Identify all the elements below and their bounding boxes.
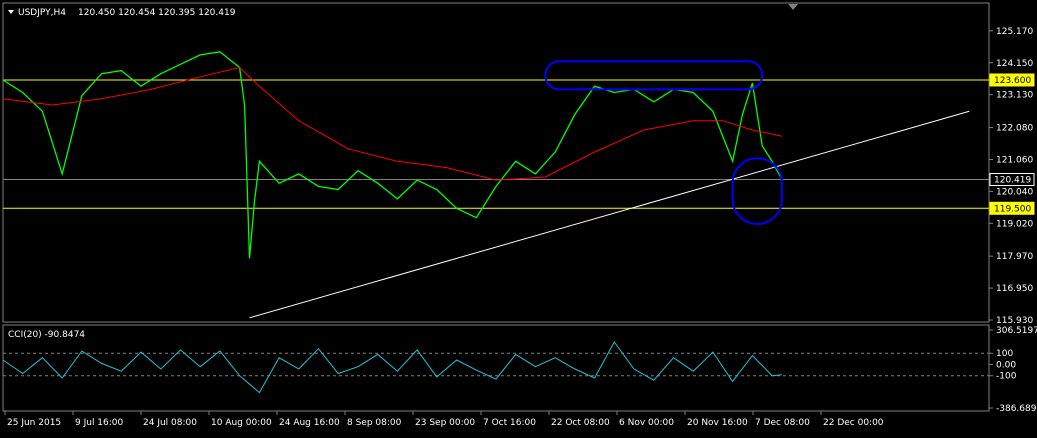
- time-tick-label: 22 Dec 00:00: [823, 418, 884, 428]
- price-tick-label: 119.020: [996, 219, 1033, 229]
- price-tick-label: 124.150: [996, 59, 1033, 69]
- cci-tick-label: 0.00: [996, 360, 1016, 370]
- price-tick-label: 121.060: [996, 155, 1033, 165]
- cci-tick-label: -386.6892: [996, 404, 1037, 414]
- time-tick-label: 9 Jul 16:00: [75, 418, 124, 428]
- main-chart-frame: [2, 2, 990, 323]
- price-axis: 125.170 124.150 123.130 122.080 121.060 120.0…: [989, 27, 1035, 326]
- time-axis: 25 Jun 2015 9 Jul 16:00 24 Jul 08:00 10 Aug…: [4, 411, 884, 428]
- price-tick-label: 125.170: [996, 27, 1033, 37]
- time-tick-label: 24 Jul 08:00: [143, 418, 197, 428]
- ohlc-readout: 120.450 120.454 120.395 120.419: [78, 8, 236, 18]
- price-tag-label: 120.419: [994, 176, 1031, 186]
- cci-panel-frame: [2, 324, 990, 412]
- trading-chart[interactable]: USDJPY,H4 120.450 120.454 120.395 120.41…: [0, 0, 1037, 434]
- time-tick-label: 24 Aug 16:00: [279, 418, 340, 428]
- time-tick-label: 20 Nov 16:00: [687, 418, 748, 428]
- price-tick-label: 123.130: [996, 91, 1033, 101]
- symbol-label: USDJPY,H4: [18, 8, 66, 18]
- cci-tick-label: -100: [996, 372, 1017, 382]
- time-tick-label: 6 Nov 00:00: [619, 418, 674, 428]
- time-tick-label: 7 Dec 08:00: [755, 418, 810, 428]
- price-tick-label: 120.040: [996, 187, 1033, 197]
- price-tick-label: 116.950: [996, 284, 1033, 294]
- price-tag-label: 119.500: [994, 204, 1031, 214]
- price-tick-label: 117.970: [996, 252, 1033, 262]
- price-tick-label: 115.930: [996, 316, 1033, 326]
- cci-axis: 306.5197 1000.00 -100 -386.6892: [989, 326, 1037, 414]
- price-tag-label: 123.600: [994, 76, 1031, 86]
- price-tick-label: 122.080: [996, 124, 1033, 134]
- time-tick-label: 25 Jun 2015: [7, 418, 61, 428]
- cci-indicator-label: CCI(20) -90.8474: [8, 330, 85, 340]
- time-tick-label: 8 Sep 08:00: [347, 418, 402, 428]
- time-tick-label: 23 Sep 00:00: [415, 418, 475, 428]
- cci-tick-label: 100: [996, 349, 1013, 359]
- time-tick-label: 10 Aug 00:00: [211, 418, 272, 428]
- time-tick-label: 22 Oct 08:00: [551, 418, 610, 428]
- time-tick-label: 7 Oct 16:00: [483, 418, 536, 428]
- cci-tick-label: 306.5197: [996, 326, 1037, 336]
